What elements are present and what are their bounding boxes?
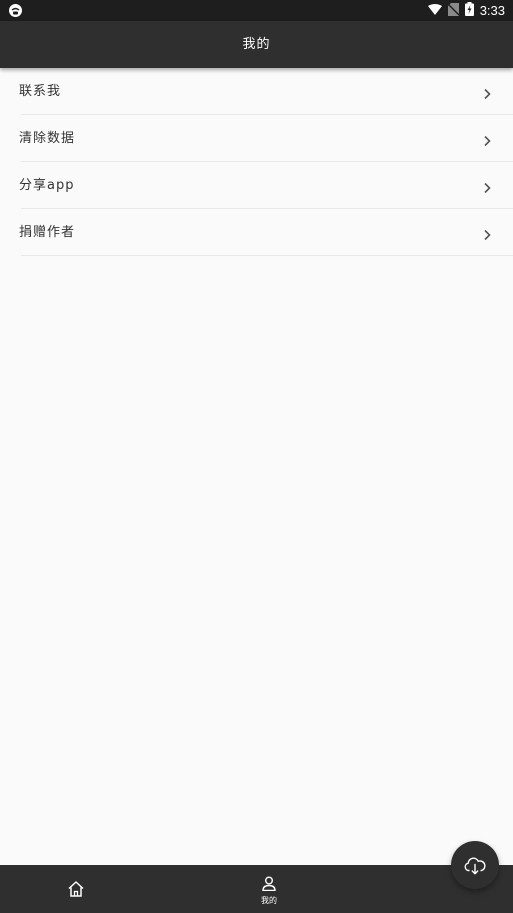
chevron-right-icon <box>481 85 493 100</box>
app-notification-icon <box>8 3 23 18</box>
chevron-right-icon <box>481 132 493 147</box>
home-icon <box>66 881 86 903</box>
nav-mine-tab[interactable]: 我的 <box>247 876 291 910</box>
nav-mine-label: 我的 <box>261 896 277 905</box>
divider <box>21 255 513 256</box>
page-title: 我的 <box>242 37 271 52</box>
menu-item-label: 清除数据 <box>19 131 76 146</box>
cloud-download-icon <box>464 857 486 875</box>
chevron-right-icon <box>481 226 493 241</box>
menu-item-label: 捐赠作者 <box>19 225 76 240</box>
status-icons: 3:33 <box>427 0 505 21</box>
settings-list: 联系我 清除数据 分享app 捐赠作者 <box>0 68 513 256</box>
menu-item-donate-author[interactable]: 捐赠作者 <box>0 209 513 256</box>
menu-item-share-app[interactable]: 分享app <box>0 162 513 209</box>
bottom-nav: 我的 <box>0 865 513 913</box>
menu-item-clear-data[interactable]: 清除数据 <box>0 115 513 162</box>
app-bar: 我的 <box>0 21 513 68</box>
menu-item-contact-me[interactable]: 联系我 <box>0 68 513 115</box>
screen: 3:33 我的 联系我 清除数据 分享app 捐赠作者 我的 <box>0 0 513 913</box>
menu-item-label: 联系我 <box>19 84 62 99</box>
chevron-right-icon <box>481 179 493 194</box>
no-sim-icon <box>447 1 460 20</box>
wifi-icon <box>427 1 442 20</box>
nav-home-tab[interactable] <box>66 879 86 899</box>
status-time: 3:33 <box>479 3 505 18</box>
cloud-sync-button[interactable] <box>451 841 499 889</box>
battery-charging-icon <box>464 1 474 20</box>
status-bar: 3:33 <box>0 0 513 21</box>
person-icon <box>261 876 277 895</box>
menu-item-label: 分享app <box>19 178 75 193</box>
